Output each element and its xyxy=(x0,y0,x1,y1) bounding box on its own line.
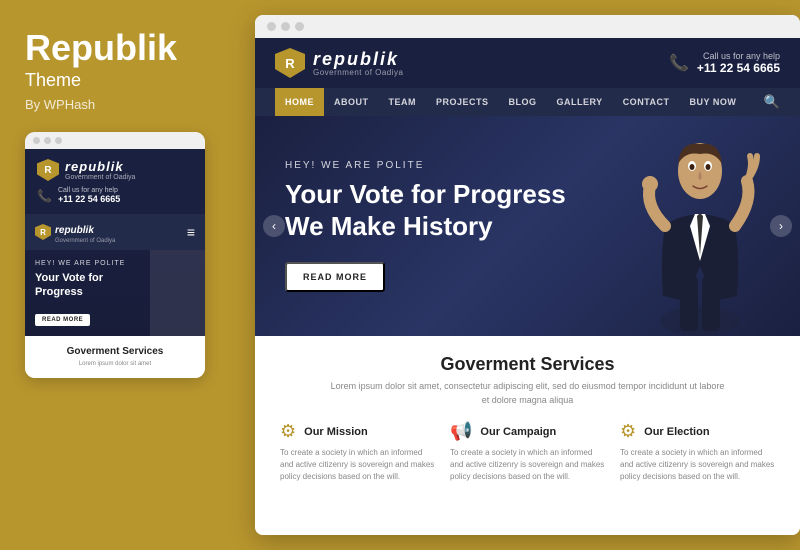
desktop-contact-info: Call us for any help +11 22 54 6665 xyxy=(697,51,780,75)
left-panel: Republik Theme By WPHash R republik Gove… xyxy=(0,0,240,550)
mobile-header: R republik Government of Oadiya 📞 Call u… xyxy=(25,149,205,214)
nav-item-gallery[interactable]: GALLERY xyxy=(547,88,613,116)
desktop-hero: ‹ HEY! WE ARE POLITE Your Vote for Progr… xyxy=(255,116,800,336)
mobile-nav-logo: republik Government of Oadiya xyxy=(55,220,115,244)
mobile-contact-number: +11 22 54 6665 xyxy=(58,194,120,204)
mobile-titlebar xyxy=(25,132,205,149)
mobile-nav-logo-text: republik xyxy=(55,225,94,236)
nav-item-home[interactable]: HOME xyxy=(275,88,324,116)
mobile-contact: 📞 Call us for any help +11 22 54 6665 xyxy=(37,187,193,204)
carousel-next-button[interactable]: › xyxy=(770,215,792,237)
mobile-dot-2 xyxy=(44,137,51,144)
mobile-hero: HEY! WE ARE POLITE Your Vote for Progres… xyxy=(25,250,205,336)
desktop-logo-text-area: republik Government of Oadiya xyxy=(313,50,403,77)
nav-item-about[interactable]: ABOUT xyxy=(324,88,379,116)
mobile-contact-label: Call us for any help xyxy=(58,187,120,194)
desktop-call-label: Call us for any help xyxy=(697,51,780,61)
service-icon-row: 📢 Our Campaign xyxy=(450,421,605,442)
mobile-logo-text: republik Government of Oadiya xyxy=(65,159,135,181)
desktop-phone-number: +11 22 54 6665 xyxy=(697,61,780,75)
desktop-logo-sub: Government of Oadiya xyxy=(313,68,403,77)
nav-item-team[interactable]: TEAM xyxy=(379,88,427,116)
mobile-services-desc: Lorem ipsum dolor sit amet xyxy=(35,360,195,368)
mobile-nav: R republik Government of Oadiya ≡ xyxy=(25,214,205,250)
hero-person-svg xyxy=(635,136,765,336)
desktop-logo-area: R republik Government of Oadiya xyxy=(275,48,403,78)
nav-item-buynow[interactable]: BUY NOW xyxy=(680,88,747,116)
service-icon: ⚙ xyxy=(620,421,636,442)
service-icon: 📢 xyxy=(450,421,472,442)
mobile-nav-logo-area: R republik Government of Oadiya xyxy=(35,220,115,244)
hero-title-line2: We Make History xyxy=(285,211,493,241)
services-desc: Lorem ipsum dolor sit amet, consectetur … xyxy=(328,380,728,407)
desktop-dot-2 xyxy=(281,22,290,31)
theme-title: Republik xyxy=(25,30,215,66)
mobile-hero-title: Your Vote for Progress xyxy=(35,271,135,300)
nav-item-blog[interactable]: BLOG xyxy=(499,88,547,116)
mobile-read-more-button[interactable]: READ MORE xyxy=(35,314,90,326)
hero-title-line1: Your Vote for Progress xyxy=(285,179,566,209)
nav-item-projects[interactable]: PROJECTS xyxy=(426,88,499,116)
carousel-prev-button[interactable]: ‹ xyxy=(263,215,285,237)
service-item-2: ⚙ Our Election To create a society in wh… xyxy=(620,421,775,483)
phone-icon: 📞 xyxy=(37,189,52,203)
mobile-dot-3 xyxy=(55,137,62,144)
service-text: To create a society in which an informed… xyxy=(620,447,775,483)
nav-item-contact[interactable]: CONTACT xyxy=(613,88,680,116)
mobile-preview: R republik Government of Oadiya 📞 Call u… xyxy=(25,132,205,378)
desktop-nav: HOME ABOUT TEAM PROJECTS BLOG GALLERY CO… xyxy=(255,88,800,116)
service-icon-row: ⚙ Our Election xyxy=(620,421,775,442)
hero-person-figure xyxy=(630,126,770,336)
desktop-dot-3 xyxy=(295,22,304,31)
service-name: Our Election xyxy=(644,426,709,438)
service-icon-row: ⚙ Our Mission xyxy=(280,421,435,442)
desktop-logo-shield: R xyxy=(275,48,305,78)
mobile-contact-text: Call us for any help +11 22 54 6665 xyxy=(58,187,120,204)
search-icon[interactable]: 🔍 xyxy=(764,94,780,110)
mobile-dot-1 xyxy=(33,137,40,144)
service-text: To create a society in which an informed… xyxy=(450,447,605,483)
mobile-nav-logo-sub: Government of Oadiya xyxy=(55,238,115,244)
theme-subtitle: Theme xyxy=(25,70,215,91)
desktop-preview: R republik Government of Oadiya 📞 Call u… xyxy=(255,15,800,535)
service-item-1: 📢 Our Campaign To create a society in wh… xyxy=(450,421,605,483)
services-header: Goverment Services Lorem ipsum dolor sit… xyxy=(280,354,775,407)
hero-title: Your Vote for Progress We Make History xyxy=(285,179,566,241)
mobile-logo-shield: R xyxy=(37,159,59,181)
mobile-logo-area: R republik Government of Oadiya xyxy=(37,159,193,181)
mobile-logo-main: republik xyxy=(65,159,135,174)
mobile-logo-sub: Government of Oadiya xyxy=(65,174,135,181)
desktop-dot-1 xyxy=(267,22,276,31)
desktop-services: Goverment Services Lorem ipsum dolor sit… xyxy=(255,336,800,535)
desktop-contact-area: 📞 Call us for any help +11 22 54 6665 xyxy=(669,51,780,75)
desktop-header: R republik Government of Oadiya 📞 Call u… xyxy=(255,38,800,88)
service-name: Our Mission xyxy=(304,426,368,438)
service-icon: ⚙ xyxy=(280,421,296,442)
services-grid: ⚙ Our Mission To create a society in whi… xyxy=(280,421,775,483)
mobile-services: Goverment Services Lorem ipsum dolor sit… xyxy=(25,336,205,378)
desktop-phone-icon: 📞 xyxy=(669,53,689,73)
hero-read-more-button[interactable]: READ MORE xyxy=(285,262,385,292)
service-text: To create a society in which an informed… xyxy=(280,447,435,483)
hero-content: HEY! WE ARE POLITE Your Vote for Progres… xyxy=(285,160,566,291)
desktop-titlebar xyxy=(255,15,800,38)
mobile-hero-bg xyxy=(150,250,205,336)
mobile-nav-shield: R xyxy=(35,224,51,240)
hamburger-icon[interactable]: ≡ xyxy=(187,224,195,240)
desktop-logo-main: republik xyxy=(313,50,403,68)
service-name: Our Campaign xyxy=(480,426,556,438)
services-title: Goverment Services xyxy=(280,354,775,375)
mobile-services-title: Goverment Services xyxy=(35,346,195,357)
theme-by: By WPHash xyxy=(25,97,215,112)
hero-tagline: HEY! WE ARE POLITE xyxy=(285,160,566,171)
service-item-0: ⚙ Our Mission To create a society in whi… xyxy=(280,421,435,483)
